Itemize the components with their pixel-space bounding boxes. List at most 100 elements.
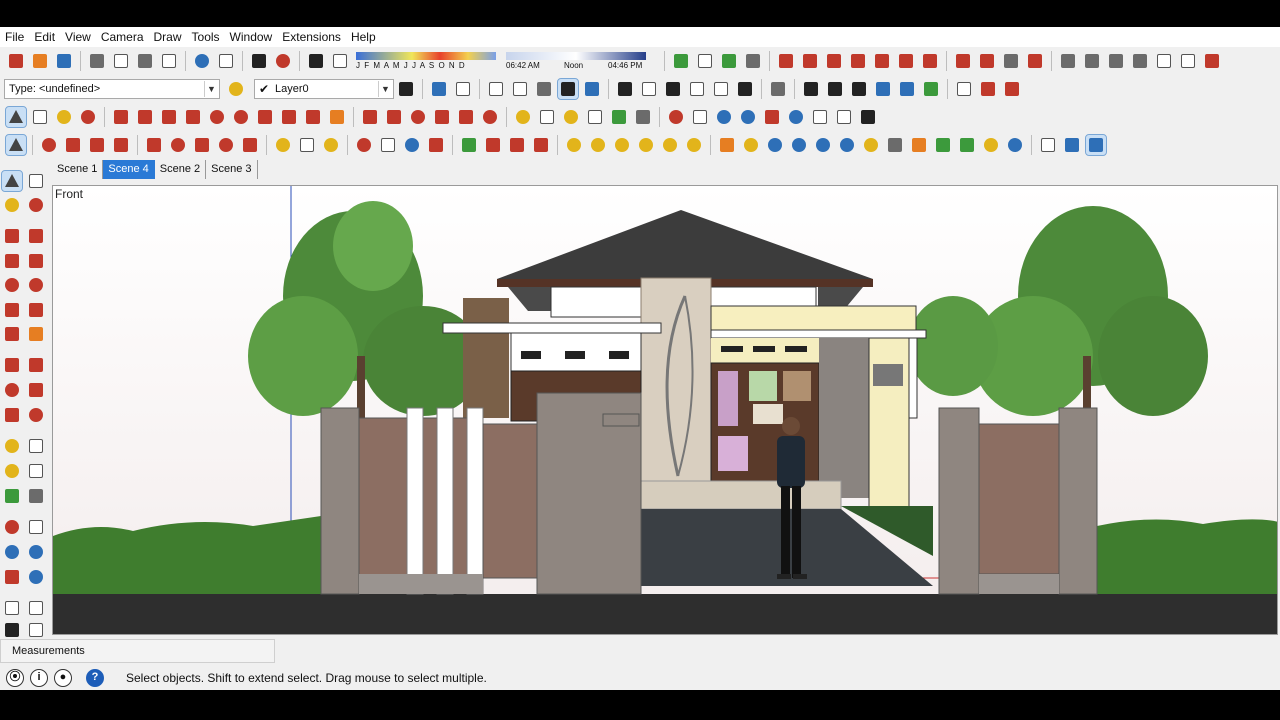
model-viewport[interactable]: Front [52, 185, 1278, 635]
rotate-tool-button[interactable] [408, 107, 428, 127]
select-tool-button[interactable] [5, 106, 27, 128]
tape-2-button[interactable] [273, 135, 293, 155]
follow-me-button[interactable] [432, 107, 452, 127]
user-account-icon[interactable]: ● [54, 669, 72, 687]
erase-button[interactable] [159, 51, 179, 71]
plugin-7-button[interactable] [717, 135, 737, 155]
lt-look-around-button[interactable] [26, 598, 46, 618]
ruby-3-button[interactable] [507, 135, 527, 155]
geo-location-button[interactable] [743, 51, 763, 71]
measurements-box[interactable]: Measurements [0, 639, 275, 663]
ext-tool-13-button[interactable] [1082, 51, 1102, 71]
lt-position-camera-button[interactable] [2, 598, 22, 618]
push-pull-2-button[interactable] [144, 135, 164, 155]
section-plane-button[interactable] [768, 79, 788, 99]
ext-tool-4-button[interactable] [848, 51, 868, 71]
push-pull-button[interactable] [384, 107, 404, 127]
line-dropdown-button[interactable] [63, 135, 83, 155]
ext-tool-21-button[interactable] [1002, 79, 1022, 99]
tab-scene-3[interactable]: Scene 3 [206, 160, 258, 179]
move-2-button[interactable] [192, 135, 212, 155]
top-view-button[interactable] [639, 79, 659, 99]
extension-warehouse-button[interactable] [719, 51, 739, 71]
lt-arc-button[interactable] [2, 300, 22, 320]
fog-button[interactable] [330, 51, 350, 71]
plugin-14-button[interactable] [885, 135, 905, 155]
lt-component-button[interactable] [26, 171, 46, 191]
protractor-button[interactable] [561, 107, 581, 127]
front-view-button[interactable] [663, 79, 683, 99]
2pt-arc-button[interactable] [279, 107, 299, 127]
plugin-10-button[interactable] [789, 135, 809, 155]
share-model-button[interactable] [695, 51, 715, 71]
plugin-11-button[interactable] [813, 135, 833, 155]
back-view-button[interactable] [711, 79, 731, 99]
lt-pan-button[interactable] [26, 517, 46, 537]
eraser-button[interactable] [78, 107, 98, 127]
lt-tape-button[interactable] [2, 436, 22, 456]
lt-move-button[interactable] [2, 355, 22, 375]
look-around-button[interactable] [834, 107, 854, 127]
walk-tool-button[interactable] [858, 107, 878, 127]
circle-tool-button[interactable] [207, 107, 227, 127]
chevron-down-icon[interactable]: ▼ [378, 81, 392, 97]
lt-push-pull-button[interactable] [26, 355, 46, 375]
menu-edit[interactable]: Edit [29, 27, 60, 47]
menu-tools[interactable]: Tools [187, 27, 225, 47]
plugin-5-button[interactable] [660, 135, 680, 155]
select-tool-2-button[interactable] [5, 134, 27, 156]
ext-tool-19-button[interactable] [954, 79, 974, 99]
ext-tool-5-button[interactable] [872, 51, 892, 71]
ext-tool-6-button[interactable] [896, 51, 916, 71]
warehouse-button[interactable] [671, 51, 691, 71]
new-model-button[interactable] [6, 51, 26, 71]
3pt-arc-button[interactable] [303, 107, 323, 127]
rectangle-tool-button[interactable] [159, 107, 179, 127]
plugin-18-button[interactable] [981, 135, 1001, 155]
sandbox-2-button[interactable] [825, 79, 845, 99]
polygon-tool-button[interactable] [231, 107, 251, 127]
rotated-rectangle-button[interactable] [183, 107, 203, 127]
sandbox-1-button[interactable] [801, 79, 821, 99]
lt-circle-button[interactable] [2, 275, 22, 295]
print-button[interactable] [249, 51, 269, 71]
copy-button[interactable] [111, 51, 131, 71]
plugin-19-button[interactable] [1005, 135, 1025, 155]
plugin-4-button[interactable] [636, 135, 656, 155]
scale-2-button[interactable] [240, 135, 260, 155]
position-camera-button[interactable] [810, 107, 830, 127]
paste-button[interactable] [135, 51, 155, 71]
right-view-button[interactable] [687, 79, 707, 99]
lt-line-button[interactable] [2, 226, 22, 246]
rotate-2-button[interactable] [216, 135, 236, 155]
plugin-15-button[interactable] [909, 135, 929, 155]
tab-scene-4[interactable]: Scene 4 [103, 160, 155, 179]
cut-button[interactable] [87, 51, 107, 71]
orbit-tool-button[interactable] [666, 107, 686, 127]
ext-tool-1-button[interactable] [776, 51, 796, 71]
ext-tool-11-button[interactable] [1025, 51, 1045, 71]
menu-camera[interactable]: Camera [96, 27, 149, 47]
lt-follow-me-button[interactable] [26, 380, 46, 400]
ext-tool-9-button[interactable] [977, 51, 997, 71]
iso-view-button[interactable] [615, 79, 635, 99]
ext-tool-10-button[interactable] [1001, 51, 1021, 71]
pan-tool-button[interactable] [690, 107, 710, 127]
lt-zoom-window-button[interactable] [26, 542, 46, 562]
3d-text-button[interactable] [633, 107, 653, 127]
plugin-1-button[interactable] [564, 135, 584, 155]
arc-dropdown-button[interactable] [87, 135, 107, 155]
make-component-button[interactable] [30, 107, 50, 127]
ext-tool-12-button[interactable] [1058, 51, 1078, 71]
ruby-4-button[interactable] [531, 135, 551, 155]
menu-window[interactable]: Window [225, 27, 278, 47]
ext-tool-2-button[interactable] [800, 51, 820, 71]
3d-warehouse-2-button[interactable] [459, 135, 479, 155]
plugin-16-button[interactable] [933, 135, 953, 155]
plugin-13-button[interactable] [861, 135, 881, 155]
lt-orbit-button[interactable] [2, 517, 22, 537]
line-tool-button[interactable] [111, 107, 131, 127]
lt-3pt-arc-button[interactable] [2, 324, 22, 344]
ext-tool-16-button[interactable] [1154, 51, 1174, 71]
move-tool-button[interactable] [360, 107, 380, 127]
